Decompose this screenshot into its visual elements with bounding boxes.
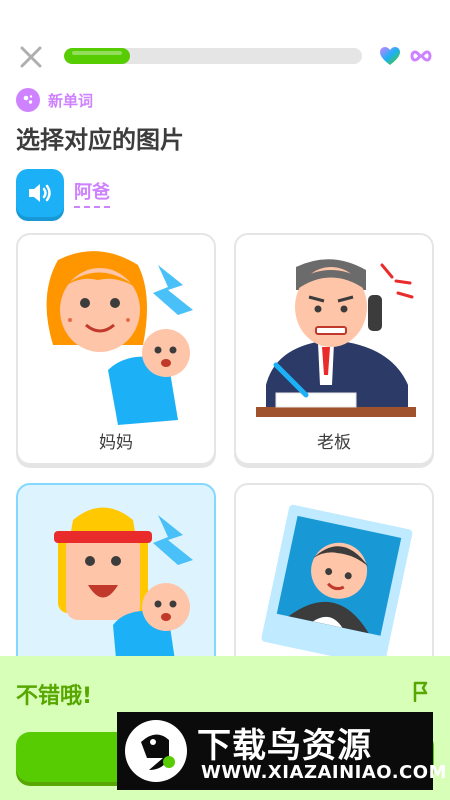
lesson-progress-bar [64, 48, 362, 64]
speaker-button[interactable] [16, 169, 64, 217]
close-icon [20, 46, 42, 68]
infinity-icon [410, 50, 432, 62]
choice-card-boss[interactable]: 老板 [234, 233, 434, 465]
watermark-url: WWW.XIAZAINIAO.COM [201, 762, 447, 783]
choice-card-photo[interactable] [234, 483, 434, 683]
choice-card-dad[interactable] [16, 483, 216, 683]
mom-baby-illustration [46, 251, 193, 425]
lesson-progress-fill [64, 48, 130, 64]
new-word-label: 新单词 [48, 91, 94, 110]
choice-label: 老板 [317, 433, 351, 453]
sparkle-icon [16, 88, 40, 112]
choice-label: 妈妈 [99, 433, 133, 453]
bird-logo [125, 720, 187, 782]
flag-icon[interactable] [410, 680, 432, 702]
boss-illustration [256, 259, 416, 417]
choice-card-mom[interactable]: 妈妈 [16, 233, 216, 465]
top-bar [0, 36, 450, 76]
photo-portrait-illustration [261, 504, 413, 667]
close-button[interactable] [16, 42, 46, 72]
heart-icon[interactable] [378, 44, 402, 68]
feedback-message: 不错哦! [16, 684, 93, 709]
dad-baby-illustration [54, 507, 193, 681]
prompt-word[interactable]: 阿爸 [74, 178, 110, 208]
new-word-badge: 新单词 [16, 88, 93, 112]
exercise-title: 选择对应的图片 [16, 126, 184, 154]
watermark-title: 下载鸟资源 [197, 726, 372, 766]
watermark-overlay: 下载鸟资源 WWW.XIAZAINIAO.COM [117, 712, 446, 790]
speaker-icon [29, 184, 51, 202]
prompt-row: 阿爸 [16, 168, 110, 218]
